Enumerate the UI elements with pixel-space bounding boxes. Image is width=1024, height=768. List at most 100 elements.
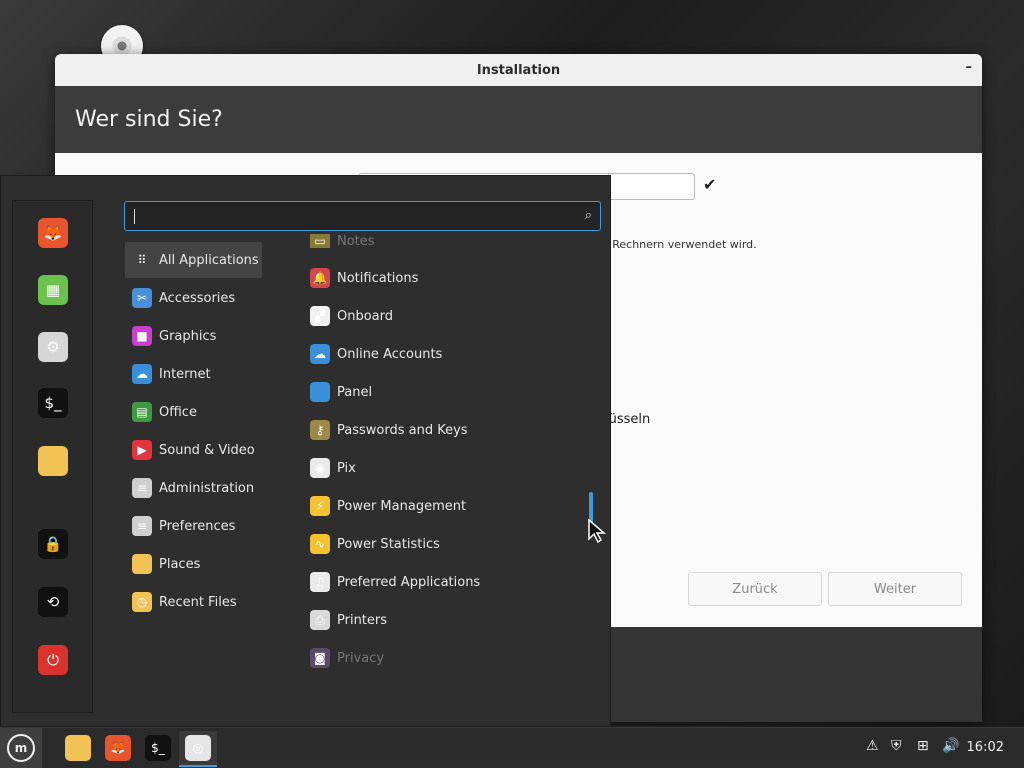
app-item[interactable]: ♫ Preferred Applications xyxy=(303,564,583,600)
app-item[interactable]: Panel xyxy=(303,374,583,410)
office-icon: ▤ xyxy=(132,402,152,422)
mint-logo-icon: m xyxy=(7,734,35,762)
power-icon[interactable]: ⏻ xyxy=(38,645,68,675)
category-label: Recent Files xyxy=(159,594,237,610)
app-item[interactable]: ☁ Online Accounts xyxy=(303,336,583,372)
app-item[interactable]: ⚡ Power Management xyxy=(303,488,583,524)
category-places[interactable]: Places xyxy=(125,546,262,582)
category-label: Sound & Video xyxy=(159,442,255,458)
category-preferences[interactable]: ≡ Preferences xyxy=(125,508,262,544)
app-item[interactable]: 🔔 Notifications xyxy=(303,260,583,296)
play-icon: ▶ xyxy=(132,440,152,460)
category-label: Accessories xyxy=(159,290,236,306)
minimize-button[interactable]: – xyxy=(966,60,973,75)
menu-button[interactable]: m xyxy=(0,728,42,768)
app-item[interactable]: ∿ Power Statistics xyxy=(303,526,583,562)
app-label: Panel xyxy=(337,384,373,400)
app-label: Power Statistics xyxy=(337,536,440,552)
panel-icon xyxy=(310,382,330,402)
app-item[interactable]: ▭ Notes xyxy=(303,234,583,248)
check-icon: ✔ xyxy=(703,175,717,194)
category-sound-video[interactable]: ▶ Sound & Video xyxy=(125,432,262,468)
search-input[interactable]: ⌕ xyxy=(124,201,601,231)
app-item[interactable]: ⚷ Passwords and Keys xyxy=(303,412,583,448)
category-label: Places xyxy=(159,556,201,572)
firefox-task-icon[interactable]: 🦊 xyxy=(103,733,133,763)
scissors-icon: ✂ xyxy=(132,288,152,308)
category-label: Internet xyxy=(159,366,211,382)
preferred-apps-icon: ♫ xyxy=(310,572,330,592)
page-title: Wer sind Sie? xyxy=(55,86,982,153)
window-title: Installation xyxy=(476,62,561,78)
app-label: Printers xyxy=(337,612,388,628)
update-manager-icon[interactable]: ⚠ xyxy=(866,738,879,754)
favorites-bar: 🦊 ▦ ⚙ $_ 🔒 ⟲ ⏻ xyxy=(12,200,93,713)
clock[interactable]: 16:02 xyxy=(967,740,1004,755)
terminal-icon[interactable]: $_ xyxy=(38,388,68,418)
app-label: Passwords and Keys xyxy=(337,422,468,438)
category-label: Office xyxy=(159,404,197,420)
admin-icon: ≡ xyxy=(132,478,152,498)
back-button[interactable]: Zurück xyxy=(688,572,822,606)
bottom-panel: m 🦊 $_ ◎ ⚠ ⛨ ⊞ 🔊 16:02 xyxy=(0,727,1024,768)
category-administration[interactable]: ≡ Administration xyxy=(125,470,262,506)
app-item[interactable]: ◉ Pix xyxy=(303,450,583,486)
files-icon[interactable] xyxy=(38,446,68,476)
notes-icon: ▭ xyxy=(310,234,330,248)
preferences-icon: ≡ xyxy=(132,516,152,536)
category-label: Preferences xyxy=(159,518,236,534)
printer-icon: ⎙ xyxy=(310,610,330,630)
category-graphics[interactable]: ■ Graphics xyxy=(125,318,262,354)
app-label: Privacy xyxy=(337,650,385,666)
folder-icon xyxy=(132,554,152,574)
lock-icon[interactable]: 🔒 xyxy=(38,529,68,559)
text-cursor xyxy=(134,209,135,224)
app-item[interactable]: ⎙ Printers xyxy=(303,602,583,638)
window-titlebar[interactable]: Installation – xyxy=(55,54,982,86)
app-label: Online Accounts xyxy=(337,346,443,362)
next-button[interactable]: Weiter xyxy=(828,572,962,606)
category-label: Administration xyxy=(159,480,255,496)
category-office[interactable]: ▤ Office xyxy=(125,394,262,430)
settings-icon[interactable]: ⚙ xyxy=(38,332,68,362)
category-recent-files[interactable]: ◷ Recent Files xyxy=(125,584,262,620)
app-item[interactable]: ◙ Privacy xyxy=(303,640,583,676)
bell-icon: 🔔 xyxy=(310,268,330,288)
files-task-icon[interactable] xyxy=(63,733,93,763)
cloud-icon: ☁ xyxy=(132,364,152,384)
graphics-icon: ■ xyxy=(132,326,152,346)
app-label: Preferred Applications xyxy=(337,574,481,590)
installer-task-icon[interactable]: ◎ xyxy=(179,731,217,767)
app-label: Notifications xyxy=(337,270,419,286)
volume-icon[interactable]: 🔊 xyxy=(942,738,959,754)
power-management-icon: ⚡ xyxy=(310,496,330,516)
firefox-icon[interactable]: 🦊 xyxy=(38,218,68,248)
app-label: Power Management xyxy=(337,498,467,514)
encrypt-label: lüsseln xyxy=(605,412,651,427)
recent-folder-icon: ◷ xyxy=(132,592,152,612)
terminal-task-icon[interactable]: $_ xyxy=(143,733,173,763)
software-manager-icon[interactable]: ▦ xyxy=(38,275,68,305)
cloud-icon: ☁ xyxy=(310,344,330,364)
pix-icon: ◉ xyxy=(310,458,330,478)
category-label: Graphics xyxy=(159,328,217,344)
privacy-icon: ◙ xyxy=(310,648,330,668)
search-icon: ⌕ xyxy=(584,208,592,223)
app-label: Pix xyxy=(337,460,356,476)
keyboard-icon: ▞ xyxy=(310,306,330,326)
logout-icon[interactable]: ⟲ xyxy=(38,587,68,617)
mouse-pointer-icon xyxy=(588,519,606,543)
category-accessories[interactable]: ✂ Accessories xyxy=(125,280,262,316)
application-menu: 🦊 ▦ ⚙ $_ 🔒 ⟲ ⏻ ⌕ ⠿ All Applications ✂ Accessories… xyxy=(0,175,611,727)
app-label: Onboard xyxy=(337,308,394,324)
hint-text: en Rechnern verwendet wird. xyxy=(595,238,757,251)
category-all-applications[interactable]: ⠿ All Applications xyxy=(125,242,262,278)
grid-icon: ⠿ xyxy=(137,253,147,267)
key-icon: ⚷ xyxy=(310,420,330,440)
category-internet[interactable]: ☁ Internet xyxy=(125,356,262,392)
category-label: All Applications xyxy=(159,252,259,268)
app-item[interactable]: ▞ Onboard xyxy=(303,298,583,334)
app-label: Notes xyxy=(337,234,375,248)
shield-icon[interactable]: ⛨ xyxy=(891,738,902,754)
network-icon[interactable]: ⊞ xyxy=(917,738,929,754)
